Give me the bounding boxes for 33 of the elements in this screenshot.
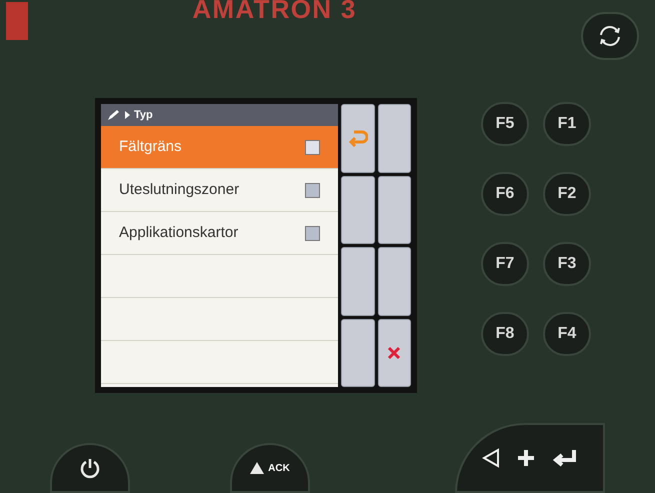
return-arrow-icon xyxy=(348,129,368,148)
rotate-button[interactable] xyxy=(581,12,639,60)
breadcrumb-title: Typ xyxy=(134,108,153,123)
function-key[interactable]: F4 xyxy=(543,312,591,356)
chevron-icon xyxy=(125,111,130,119)
function-key[interactable]: F1 xyxy=(543,102,591,146)
function-key[interactable]: F6 xyxy=(481,172,529,216)
function-key[interactable]: F2 xyxy=(543,172,591,216)
function-key[interactable]: F7 xyxy=(481,242,529,286)
brand-title: AMATRON 3 xyxy=(192,0,357,22)
close-icon xyxy=(387,346,402,360)
row-label: Applikationskartor xyxy=(119,222,240,243)
row-label: Fältgräns xyxy=(119,136,183,157)
checkbox[interactable] xyxy=(305,182,320,198)
function-key[interactable]: F8 xyxy=(481,312,529,356)
left-arrow-icon xyxy=(482,448,500,468)
softkey[interactable] xyxy=(378,176,411,244)
checkbox[interactable] xyxy=(305,140,320,154)
rotate-icon xyxy=(597,25,623,47)
row-label: Uteslutningszoner xyxy=(119,180,240,200)
pencil-icon xyxy=(107,109,121,121)
warning-icon xyxy=(250,462,264,474)
navigation-pad[interactable] xyxy=(455,423,605,493)
function-key[interactable]: F3 xyxy=(543,242,591,286)
ack-button[interactable]: ACK xyxy=(230,443,310,493)
logo-block xyxy=(6,2,28,40)
plus-icon xyxy=(516,448,536,468)
power-button[interactable] xyxy=(50,443,130,493)
power-icon xyxy=(79,457,101,479)
enter-icon xyxy=(552,448,578,468)
cancel-softkey[interactable] xyxy=(378,318,411,387)
function-key[interactable]: F5 xyxy=(481,102,529,146)
checkbox[interactable] xyxy=(305,226,320,240)
